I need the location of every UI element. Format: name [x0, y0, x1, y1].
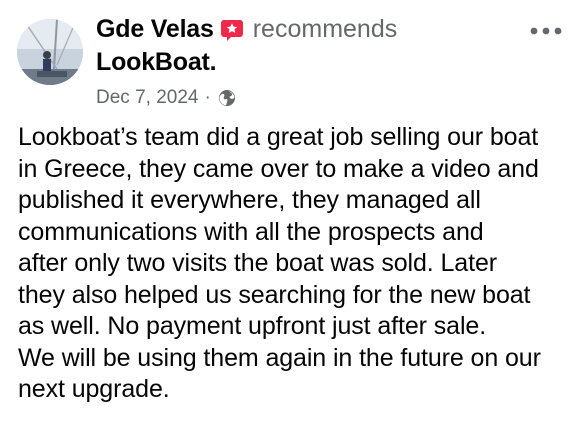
post-body: Lookboat’s team did a great job selling …	[18, 122, 578, 406]
post-body-line: We will be using them again in the futur…	[18, 343, 541, 372]
post-body-line: communications with all the prospects an…	[18, 217, 484, 246]
post-body-line: after only two visits the boat was sold.…	[18, 249, 497, 277]
post-body-line: as well. No payment upfront just after s…	[18, 312, 487, 340]
post-date[interactable]: Dec 7, 2024	[96, 87, 198, 109]
author-name[interactable]: Gde Velas	[96, 15, 214, 44]
post-body-line: next upgrade.	[18, 375, 170, 403]
meta-separator: ·	[204, 87, 211, 108]
post-header-line: Gde Velas recommends	[96, 12, 536, 46]
recommends-label: recommends	[252, 14, 398, 43]
recommend-icon	[220, 18, 244, 42]
page-name-suffix: .	[209, 47, 217, 76]
post-body-line: Lookboat’s team did a great job selling …	[18, 123, 539, 151]
more-options-icon	[530, 27, 562, 35]
post-header: Gde Velas recommends LookBoat. Dec 7, 20…	[96, 12, 536, 111]
post-body-line: published it everywhere, they managed al…	[18, 186, 481, 214]
avatar-image	[17, 19, 83, 85]
review-post-card: Gde Velas recommends LookBoat. Dec 7, 20…	[0, 0, 582, 427]
post-body-line: in Greece, they came over to make a vide…	[18, 154, 539, 183]
post-body-line: they also helped us searching for the ne…	[18, 280, 531, 309]
globe-icon[interactable]	[218, 89, 236, 107]
avatar[interactable]	[17, 19, 83, 85]
page-name-link[interactable]: LookBoat	[96, 48, 210, 77]
page-name-line: LookBoat.	[96, 46, 536, 78]
post-meta: Dec 7, 2024 ·	[96, 85, 536, 111]
more-options-button[interactable]	[526, 20, 566, 42]
